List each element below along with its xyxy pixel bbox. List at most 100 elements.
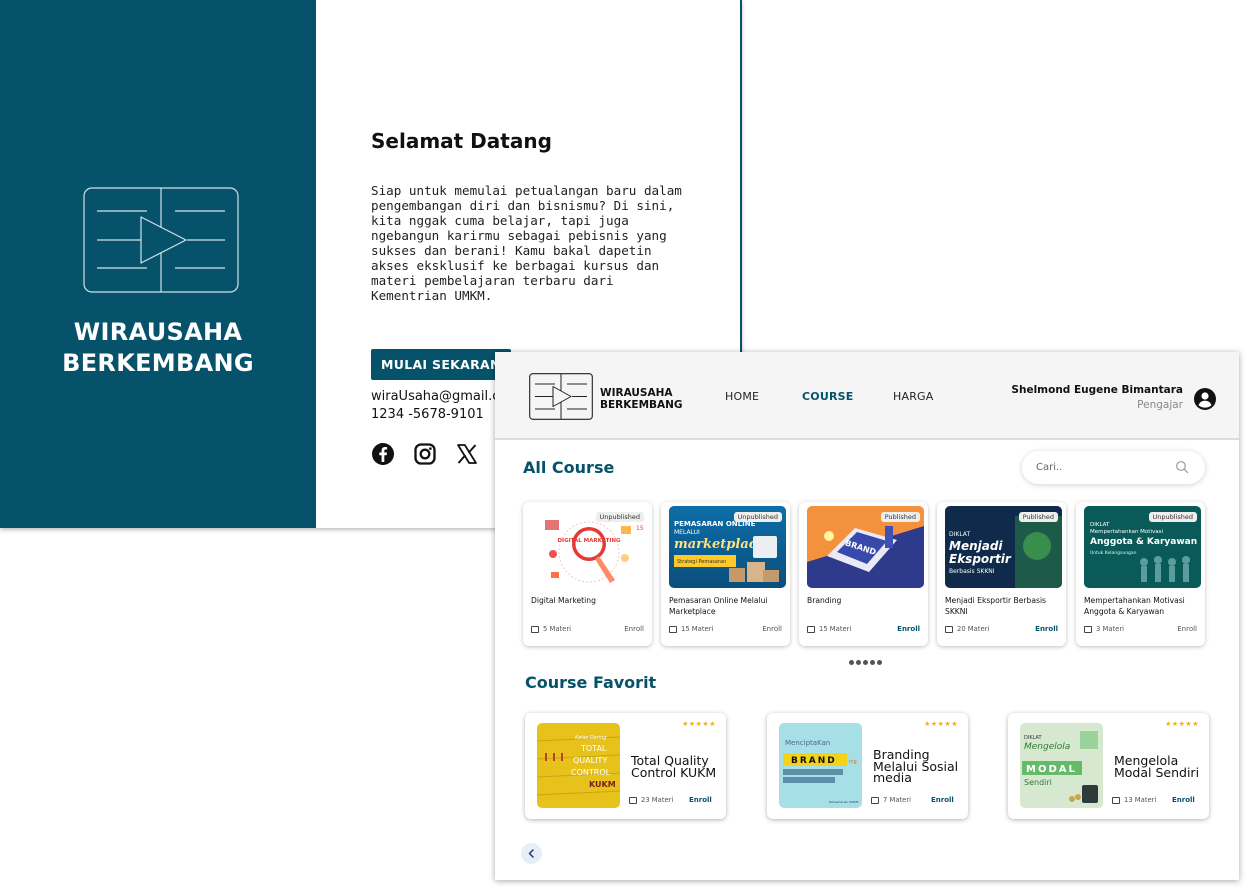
materi-count: 7 Materi xyxy=(883,796,912,804)
x-icon[interactable] xyxy=(455,442,479,466)
course-favorit-title: Course Favorit xyxy=(525,673,657,692)
thumbnail-caption: Anggota & Karyawan xyxy=(1090,537,1197,547)
svg-text:Berbasis SKKNI: Berbasis SKKNI xyxy=(949,568,995,575)
favorite-course-card[interactable]: MenciptaKan BRAND ing Kementerian UMKM ★… xyxy=(767,713,968,819)
svg-text:Kelas Daring: Kelas Daring xyxy=(575,735,607,741)
favorite-title: Total Quality Control KUKM xyxy=(631,753,717,780)
carousel-prev-button[interactable] xyxy=(521,843,542,864)
course-title: Mempertahankan Motivasi Anggota & Karyaw… xyxy=(1084,596,1185,616)
enroll-link[interactable]: Enroll xyxy=(762,625,782,633)
user-circle-icon[interactable] xyxy=(1193,387,1217,411)
chevron-left-icon xyxy=(528,849,534,858)
status-badge: Published xyxy=(1018,512,1058,522)
nav-brand-line-1: WIRAUSAHA xyxy=(600,387,673,399)
enroll-link[interactable]: Enroll xyxy=(931,796,954,804)
course-card[interactable]: BRAND Published Branding 15 Materi Enrol… xyxy=(799,502,928,646)
search-input[interactable] xyxy=(1036,459,1176,476)
materi-count: 5 Materi xyxy=(543,625,572,633)
book-icon xyxy=(1084,626,1092,633)
course-thumbnail: DIKLAT Menjadi Eksportir Berbasis SKKNI … xyxy=(945,506,1062,588)
svg-text:Sendiri: Sendiri xyxy=(1024,778,1052,787)
svg-text:CONTROL: CONTROL xyxy=(571,768,611,777)
carousel-dot[interactable] xyxy=(863,660,868,665)
nav-harga-link[interactable]: HARGA xyxy=(893,390,934,403)
carousel-dot[interactable] xyxy=(856,660,861,665)
course-card[interactable]: PEMASARAN ONLINE MELALUI marketplace Str… xyxy=(661,502,790,646)
enroll-link[interactable]: Enroll xyxy=(1177,625,1197,633)
instagram-icon[interactable] xyxy=(413,442,437,466)
svg-text:Untuk Kelangsungan: Untuk Kelangsungan xyxy=(1090,550,1137,556)
book-icon xyxy=(871,797,879,804)
thumbnail-caption: MODAL xyxy=(1026,764,1077,775)
course-thumbnail: DIGITAL MARKETING 15 Unpublished xyxy=(531,506,648,588)
enroll-link[interactable]: Enroll xyxy=(897,625,920,633)
course-thumbnail: DIKLAT Mempertahankan Motivasi Anggota &… xyxy=(1084,506,1201,588)
materi-count: 3 Materi xyxy=(1096,625,1125,633)
svg-text:Mengelola: Mengelola xyxy=(1024,742,1070,752)
carousel-dot[interactable] xyxy=(877,660,882,665)
thumbnail-caption: DIGITAL MARKETING xyxy=(557,538,621,544)
carousel-dot[interactable] xyxy=(849,660,854,665)
course-card[interactable]: DIKLAT Mempertahankan Motivasi Anggota &… xyxy=(1076,502,1205,646)
materi-count: 20 Materi xyxy=(957,625,990,633)
svg-text:marketplace: marketplace xyxy=(674,537,765,552)
status-badge: Unpublished xyxy=(595,512,644,522)
svg-text:TOTAL: TOTAL xyxy=(580,744,607,753)
enroll-link[interactable]: Enroll xyxy=(1172,796,1195,804)
carousel-dot[interactable] xyxy=(870,660,875,665)
svg-text:Mempertahankan Motivasi: Mempertahankan Motivasi xyxy=(1090,529,1163,535)
brand-sidebar: WIRAUSAHA BERKEMBANG xyxy=(0,0,316,528)
landing-divider xyxy=(740,0,742,352)
status-badge: Unpublished xyxy=(1148,512,1197,522)
book-icon xyxy=(629,797,637,804)
welcome-description: Siap untuk memulai petualangan baru dala… xyxy=(371,183,682,303)
svg-text:Strategi Pemasaran: Strategi Pemasaran xyxy=(677,559,726,565)
favorite-thumbnail: DIKLAT Mengelola MODAL Sendiri xyxy=(1020,723,1103,808)
course-thumbnail: PEMASARAN ONLINE MELALUI marketplace Str… xyxy=(669,506,786,588)
book-icon xyxy=(669,626,677,633)
materi-count: 23 Materi xyxy=(641,796,674,804)
all-course-title: All Course xyxy=(523,458,615,477)
video-logo-icon[interactable] xyxy=(529,373,593,420)
video-logo-icon xyxy=(83,187,239,293)
book-icon xyxy=(531,626,539,633)
contact-phone: 1234 -5678-9101 xyxy=(371,407,484,422)
search-icon[interactable] xyxy=(1175,460,1189,474)
book-icon xyxy=(1112,797,1120,804)
brand-line-1: WIRAUSAHA xyxy=(73,318,243,346)
status-badge: Unpublished xyxy=(733,512,782,522)
materi-count: 15 Materi xyxy=(819,625,852,633)
welcome-title: Selamat Datang xyxy=(371,129,552,153)
favorite-thumbnail: Kelas Daring TOTAL QUALITY CONTROL KUKM xyxy=(537,723,620,808)
course-thumbnail: BRAND Published xyxy=(807,506,924,588)
favorite-course-card[interactable]: DIKLAT Mengelola MODAL Sendiri ★★★★★ Men… xyxy=(1008,713,1209,819)
facebook-icon[interactable] xyxy=(371,442,395,466)
svg-text:QUALITY: QUALITY xyxy=(573,756,607,765)
nav-brand-name[interactable]: WIRAUSAHA BERKEMBANG xyxy=(600,387,683,411)
materi-count: 15 Materi xyxy=(681,625,714,633)
rating-stars: ★★★★★ xyxy=(682,721,716,728)
nav-brand-line-2: BERKEMBANG xyxy=(600,399,683,411)
enroll-link[interactable]: Enroll xyxy=(689,796,712,804)
user-name: Shelmond Eugene Bimantara xyxy=(1011,384,1183,396)
course-card[interactable]: DIGITAL MARKETING 15 Unpublished Digital… xyxy=(523,502,652,646)
enroll-link[interactable]: Enroll xyxy=(1035,625,1058,633)
favorite-title: Mengelola Modal Sendiri xyxy=(1114,753,1200,780)
course-title: Menjadi Eksportir Berbasis SKKNI xyxy=(945,596,1047,616)
svg-text:MELALUI: MELALUI xyxy=(674,529,700,536)
brand-name: WIRAUSAHA BERKEMBANG xyxy=(0,317,316,379)
nav-home-link[interactable]: HOME xyxy=(725,390,759,403)
course-card[interactable]: DIKLAT Menjadi Eksportir Berbasis SKKNI … xyxy=(937,502,1066,646)
enroll-link[interactable]: Enroll xyxy=(624,625,644,633)
svg-text:DIKLAT: DIKLAT xyxy=(1024,735,1043,741)
course-title: Branding xyxy=(807,596,842,605)
rating-stars: ★★★★★ xyxy=(924,721,958,728)
course-title: Pemasaran Online Melalui Marketplace xyxy=(669,596,768,616)
favorite-thumbnail: MenciptaKan BRAND ing Kementerian UMKM xyxy=(779,723,862,808)
nav-course-link[interactable]: COURSE xyxy=(802,390,853,403)
svg-text:Menjadi: Menjadi xyxy=(949,539,1003,553)
search-box[interactable] xyxy=(1022,451,1205,484)
svg-text:ing: ing xyxy=(849,759,857,765)
start-now-button[interactable]: MULAI SEKARANG xyxy=(371,349,511,380)
favorite-course-card[interactable]: Kelas Daring TOTAL QUALITY CONTROL KUKM … xyxy=(525,713,726,819)
